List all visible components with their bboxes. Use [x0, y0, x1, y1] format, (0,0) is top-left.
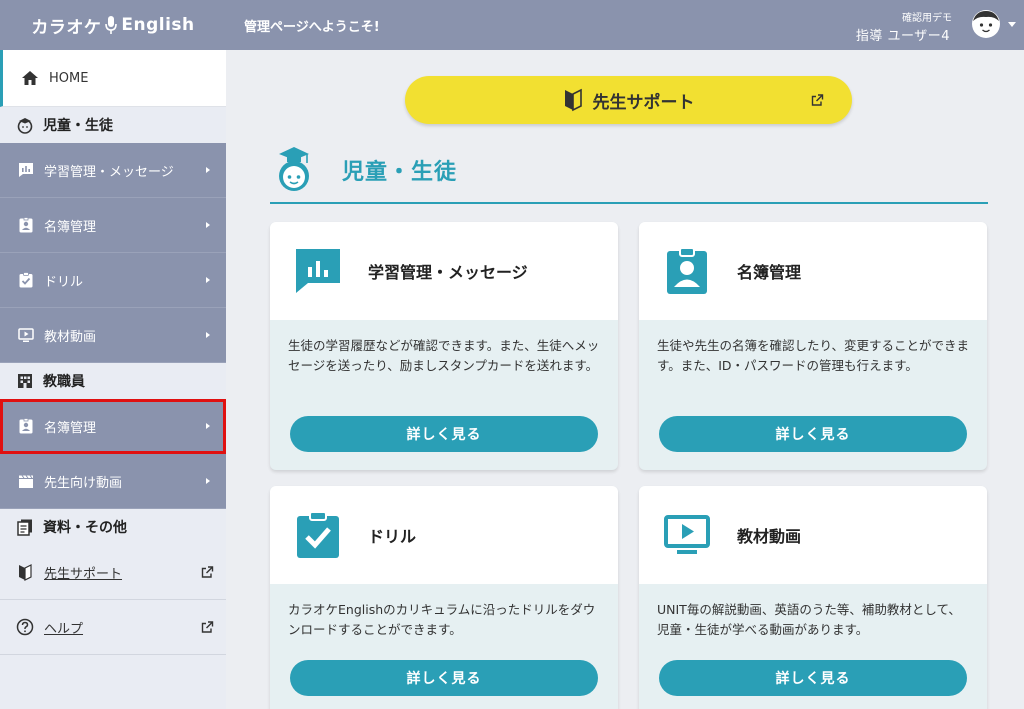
- card-drill: ドリル カラオケEnglishのカリキュラムに沿ったドリルをダウンロードすること…: [270, 486, 618, 709]
- app-logo[interactable]: カラオケ English: [0, 0, 226, 50]
- clipboard-check-icon: [297, 511, 339, 558]
- chevron-right-icon: [206, 332, 210, 338]
- chart-chat-icon: [296, 249, 340, 293]
- sidebar-item-teaching-videos[interactable]: 教材動画: [0, 308, 226, 363]
- welcome-message: 管理ページへようこそ!: [244, 20, 380, 35]
- card-details-button[interactable]: 詳しく見る: [290, 416, 598, 452]
- card-description: UNIT毎の解説動画、英語のうた等、補助教材として、児童・生徒が学べる動画があり…: [657, 602, 961, 637]
- section-title: 児童・生徒: [43, 118, 113, 134]
- card-header: ドリル: [270, 486, 618, 584]
- card-title: 名簿管理: [737, 263, 802, 282]
- external-link-icon: [811, 94, 824, 106]
- external-link-icon: [201, 621, 214, 633]
- card-details-button[interactable]: 詳しく見る: [659, 416, 967, 452]
- chevron-right-icon: [206, 222, 210, 228]
- section-title: 資料・その他: [43, 520, 127, 536]
- id-badge-icon: [19, 418, 33, 434]
- section-title: 教職員: [43, 374, 85, 390]
- card-header: 学習管理・メッセージ: [270, 222, 618, 320]
- home-icon: [22, 71, 38, 85]
- clapperboard-icon: [19, 475, 33, 488]
- demo-label: 確認用デモ: [902, 13, 952, 24]
- help-icon: [16, 618, 34, 636]
- support-button-label: 先生サポート: [592, 92, 695, 113]
- sidebar-item-label: 名簿管理: [44, 219, 97, 235]
- sidebar-section-staff: 教職員: [0, 363, 226, 399]
- clipboard-check-icon: [19, 272, 33, 288]
- user-avatar-icon[interactable]: [970, 8, 1002, 40]
- chevron-right-icon: [206, 277, 210, 283]
- beginner-mark-icon: [19, 564, 32, 581]
- page-title: 児童・生徒: [342, 160, 458, 185]
- card-description: 生徒や先生の名簿を確認したり、変更することができます。また、ID・パスワードの管…: [657, 338, 970, 373]
- chart-chat-icon: [19, 163, 33, 177]
- id-badge-icon: [667, 247, 707, 294]
- card-title: 学習管理・メッセージ: [368, 263, 528, 282]
- user-name: 指導 ユーザー4: [855, 29, 950, 44]
- id-badge-icon: [19, 217, 33, 233]
- card-details-button[interactable]: 詳しく見る: [290, 660, 598, 696]
- user-menu-caret-icon[interactable]: [1008, 22, 1016, 27]
- card-details-button[interactable]: 詳しく見る: [659, 660, 967, 696]
- documents-icon: [17, 519, 32, 536]
- building-icon: [18, 374, 32, 388]
- card-roster: 名簿管理 生徒や先生の名簿を確認したり、変更することができます。また、ID・パス…: [639, 222, 987, 470]
- sidebar-section-students: 児童・生徒: [0, 107, 226, 143]
- sidebar-item-student-roster[interactable]: 名簿管理: [0, 198, 226, 253]
- chevron-right-icon: [206, 167, 210, 173]
- beginner-mark-icon: [564, 88, 582, 112]
- student-icon: [17, 118, 33, 134]
- teacher-support-button[interactable]: 先生サポート: [405, 76, 852, 124]
- sidebar-item-help[interactable]: ヘルプ: [0, 600, 226, 655]
- card-learning-messages: 学習管理・メッセージ 生徒の学習履歴などが確認できます。また、生徒へメッセージを…: [270, 222, 618, 470]
- card-teaching-videos: 教材動画 UNIT毎の解説動画、英語のうた等、補助教材として、児童・生徒が学べる…: [639, 486, 987, 709]
- video-play-icon: [664, 515, 710, 554]
- sidebar-item-learning-messages[interactable]: 学習管理・メッセージ: [0, 143, 226, 198]
- sidebar-item-label: 教材動画: [44, 329, 97, 345]
- sidebar-item-label: ドリル: [44, 274, 84, 290]
- logo-text-right: English: [121, 15, 195, 35]
- top-header: 管理ページへようこそ! 確認用デモ 指導 ユーザー4: [226, 0, 1024, 50]
- sidebar-item-label[interactable]: 先生サポート: [44, 563, 122, 582]
- sidebar-section-resources: 資料・その他: [0, 509, 226, 545]
- external-link-icon: [201, 566, 214, 578]
- card-header: 教材動画: [639, 486, 987, 584]
- sidebar-item-label: HOME: [49, 70, 89, 86]
- sidebar-item-staff-roster[interactable]: 名簿管理: [0, 399, 226, 454]
- card-description: カラオケEnglishのカリキュラムに沿ったドリルをダウンロードすることができま…: [288, 602, 596, 637]
- card-title: ドリル: [368, 527, 417, 546]
- sidebar-item-drill[interactable]: ドリル: [0, 253, 226, 308]
- chevron-right-icon: [206, 478, 210, 484]
- sidebar-item-label[interactable]: ヘルプ: [44, 618, 83, 637]
- sidebar-item-label: 先生向け動画: [44, 475, 123, 491]
- sidebar: カラオケ English HOME 児童・生徒 学習管理・メッセージ 名簿管理 …: [0, 0, 226, 709]
- page-heading: 児童・生徒: [270, 138, 988, 204]
- student-graduate-icon: [279, 147, 309, 191]
- card-description: 生徒の学習履歴などが確認できます。また、生徒へメッセージを送ったり、励ましスタン…: [288, 338, 600, 373]
- sidebar-item-teacher-videos[interactable]: 先生向け動画: [0, 454, 226, 509]
- sidebar-item-teacher-support[interactable]: 先生サポート: [0, 545, 226, 600]
- sidebar-item-label: 名簿管理: [44, 420, 97, 436]
- microphone-icon: [105, 15, 118, 35]
- main-content: 先生サポート 児童・生徒 学習管理・メッセージ 生徒の学習履歴などが確認できます…: [226, 50, 1024, 709]
- card-title: 教材動画: [737, 527, 802, 546]
- logo-text-left: カラオケ: [31, 17, 102, 38]
- chevron-right-icon: [206, 423, 210, 429]
- sidebar-item-label: 学習管理・メッセージ: [44, 164, 174, 180]
- sidebar-item-home[interactable]: HOME: [0, 50, 226, 107]
- video-play-icon: [18, 328, 34, 342]
- card-header: 名簿管理: [639, 222, 987, 320]
